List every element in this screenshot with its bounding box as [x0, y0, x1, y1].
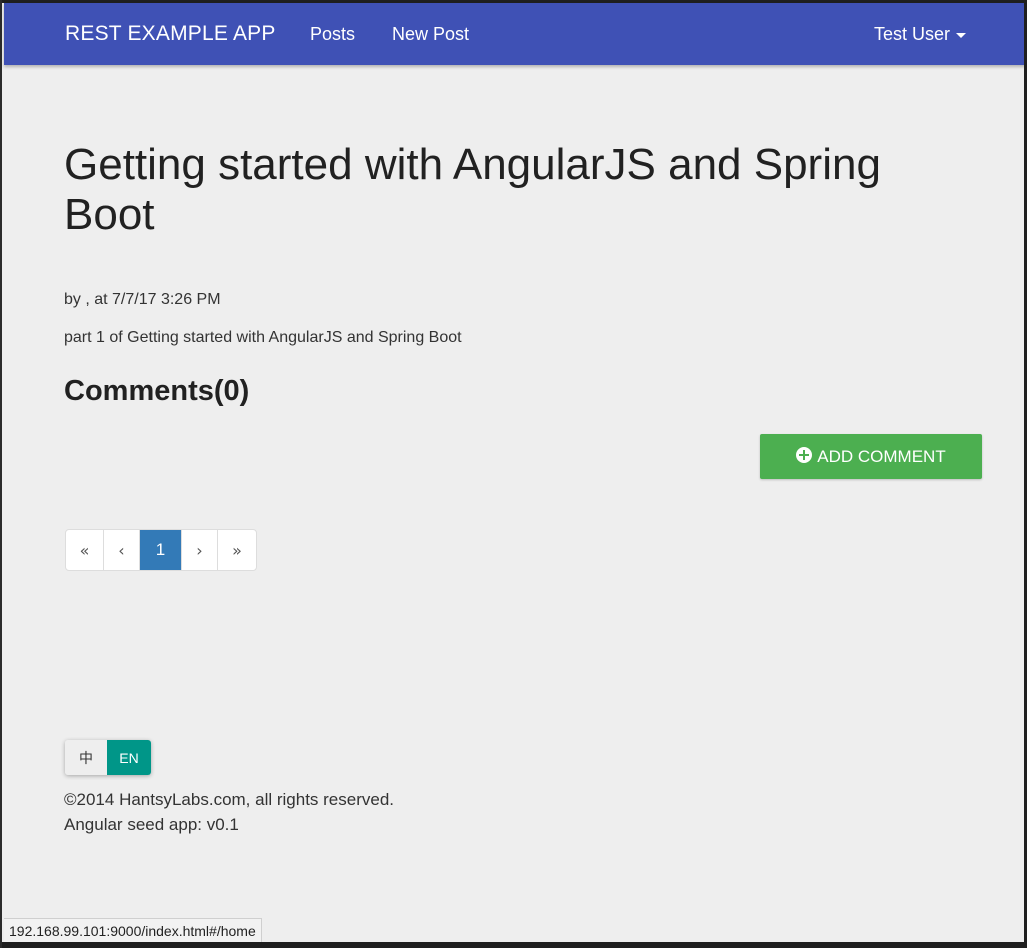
navbar: REST EXAMPLE APP Posts New Post Test Use…: [4, 3, 1026, 65]
lang-zh-button[interactable]: 中: [65, 740, 107, 775]
pagination: « ‹ 1 › »: [65, 529, 257, 571]
add-comment-button[interactable]: ADD COMMENT: [760, 434, 982, 479]
pagination-prev-button[interactable]: ‹: [104, 530, 140, 570]
pagination-last-button[interactable]: »: [218, 530, 256, 570]
nav-posts-link[interactable]: Posts: [310, 24, 355, 45]
window-bottom-edge: [2, 942, 1027, 948]
nav-new-post-link[interactable]: New Post: [392, 24, 469, 45]
user-name: Test User: [874, 24, 951, 44]
post-meta: by , at 7/7/17 3:26 PM: [64, 291, 221, 308]
add-comment-label: ADD COMMENT: [817, 446, 946, 466]
pagination-page-1[interactable]: 1: [140, 530, 182, 570]
pagination-next-button[interactable]: ›: [182, 530, 218, 570]
footer-copyright: ©2014 HantsyLabs.com, all rights reserve…: [64, 790, 395, 809]
caret-down-icon: [956, 32, 967, 38]
pagination-first-button[interactable]: «: [66, 530, 104, 570]
status-bar-url: 192.168.99.101:9000/index.html#/home: [4, 918, 262, 942]
lang-en-button[interactable]: EN: [107, 740, 151, 775]
user-menu-dropdown[interactable]: Test User: [874, 24, 967, 45]
post-title: Getting started with AngularJS and Sprin…: [64, 140, 881, 239]
footer-version: Angular seed app: v0.1: [64, 815, 239, 834]
post-content: part 1 of Getting started with AngularJS…: [64, 329, 462, 346]
language-switcher: 中 EN: [65, 740, 151, 775]
comments-heading: Comments(0): [64, 375, 250, 407]
plus-circle-icon: [796, 446, 813, 463]
brand-link[interactable]: REST EXAMPLE APP: [65, 22, 276, 46]
browser-viewport: REST EXAMPLE APP Posts New Post Test Use…: [0, 0, 1027, 948]
